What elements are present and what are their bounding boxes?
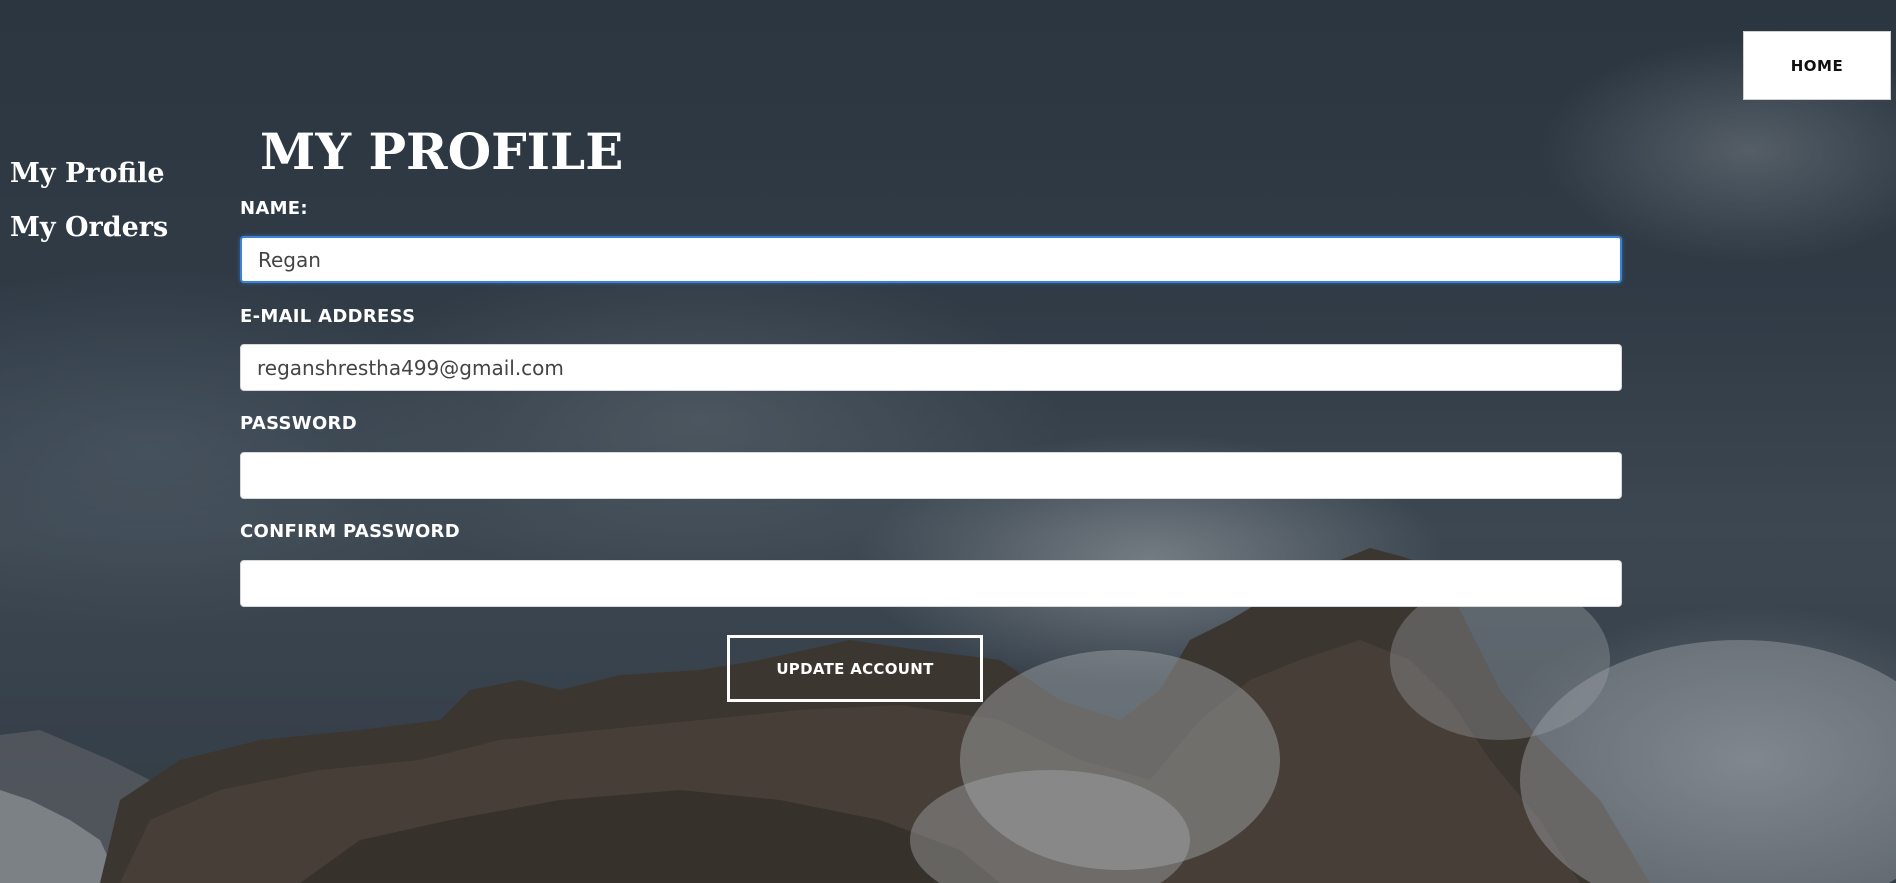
name-label: NAME: — [240, 198, 308, 219]
sidebar: My Profile My Orders — [10, 158, 168, 267]
sidebar-item-my-profile[interactable]: My Profile — [10, 158, 168, 190]
password-field[interactable] — [240, 452, 1622, 499]
update-account-button[interactable]: UPDATE ACCOUNT — [727, 635, 983, 702]
page-title: MY PROFILE — [260, 122, 624, 181]
home-button[interactable]: HOME — [1743, 31, 1891, 100]
password-label: PASSWORD — [240, 413, 357, 434]
email-label: E-MAIL ADDRESS — [240, 306, 416, 327]
confirm-password-field[interactable] — [240, 560, 1622, 607]
profile-form: NAME: E-MAIL ADDRESS PASSWORD CONFIRM PA… — [240, 198, 1622, 607]
email-field[interactable] — [240, 344, 1622, 391]
confirm-password-label: CONFIRM PASSWORD — [240, 521, 460, 542]
sidebar-item-my-orders[interactable]: My Orders — [10, 212, 168, 244]
name-field[interactable] — [240, 236, 1622, 283]
